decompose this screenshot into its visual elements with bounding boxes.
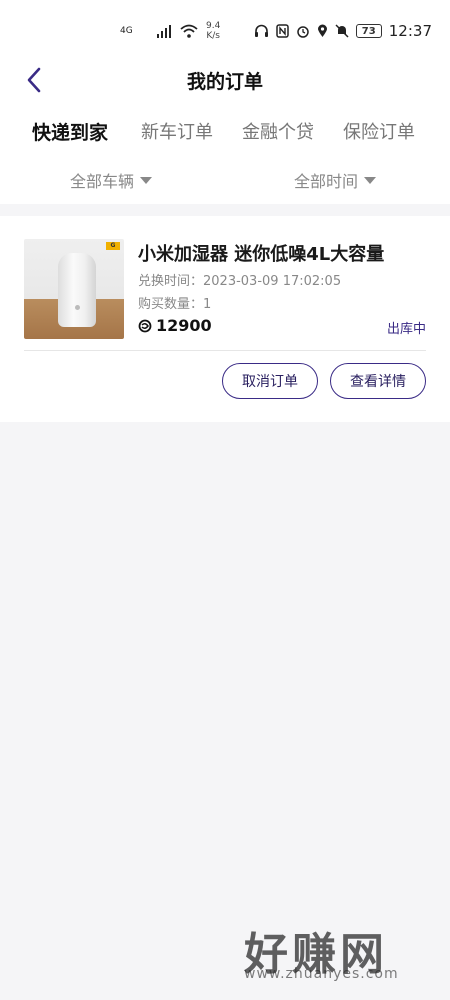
filter-bar: 全部车辆 全部时间 <box>0 158 450 204</box>
cancel-order-button[interactable]: 取消订单 <box>222 363 318 399</box>
redeem-time-value: 2023-03-09 17:02:05 <box>203 274 342 289</box>
mute-bell-icon <box>335 24 349 38</box>
watermark-url: www.zhuanyes.com <box>244 966 399 982</box>
order-card: G 小米加湿器 迷你低噪4L大容量 兑换时间：2023-03-09 17:02:… <box>0 216 450 422</box>
humidifier-knob <box>75 305 80 310</box>
view-details-button[interactable]: 查看详情 <box>330 363 426 399</box>
redeem-time-label: 兑换时间： <box>138 274 204 289</box>
tab-finance-loans[interactable]: 金融个贷 <box>242 118 314 144</box>
tab-label: 快递到家 <box>32 122 109 144</box>
brand-badge: G <box>106 242 120 250</box>
app-header: 我的订单 <box>0 62 450 98</box>
location-icon <box>317 24 327 37</box>
vehicle-filter-dropdown[interactable]: 全部车辆 <box>70 168 153 192</box>
alarm-icon <box>297 26 309 38</box>
humidifier-illustration <box>58 253 96 327</box>
redeem-time-row: 兑换时间：2023-03-09 17:02:05 <box>138 270 341 289</box>
points-price: 12900 <box>138 316 212 335</box>
tab-express-home[interactable]: 快递到家 <box>32 118 109 149</box>
network-speed: 9.4 K/s <box>206 21 220 41</box>
nfc-icon <box>276 24 289 38</box>
product-image[interactable]: G <box>24 239 124 339</box>
order-type-tabs: 快递到家 新车订单 金融个贷 保险订单 <box>0 98 450 158</box>
caret-down-icon <box>364 176 377 184</box>
points-value: 12900 <box>156 316 212 335</box>
tab-new-car-orders[interactable]: 新车订单 <box>141 118 213 144</box>
order-status: 出库中 <box>386 322 426 337</box>
headphones-icon <box>254 24 268 37</box>
back-button[interactable] <box>20 66 48 94</box>
speed-value: 9.4 <box>206 21 221 31</box>
battery-icon: 73 <box>355 24 382 38</box>
network-type: 4G <box>120 25 133 36</box>
signal-icon <box>157 25 171 38</box>
quantity-label: 购买数量： <box>138 297 204 312</box>
points-coin-icon <box>138 319 152 332</box>
vehicle-filter-label: 全部车辆 <box>70 172 135 191</box>
chevron-left-icon <box>27 67 41 93</box>
quantity-value: 1 <box>203 297 212 312</box>
caret-down-icon <box>140 176 153 184</box>
quantity-row: 购买数量：1 <box>138 293 211 312</box>
page-title: 我的订单 <box>186 70 263 93</box>
wifi-icon <box>180 24 198 38</box>
status-bar: 4G 9.4 K/s 73 12:37 <box>0 0 450 62</box>
card-divider <box>24 350 426 351</box>
time-filter-dropdown[interactable]: 全部时间 <box>294 168 377 192</box>
clock: 12:37 <box>388 22 432 40</box>
speed-unit: K/s <box>206 31 220 41</box>
time-filter-label: 全部时间 <box>294 172 359 191</box>
product-name[interactable]: 小米加湿器 迷你低噪4L大容量 <box>138 240 384 266</box>
tab-insurance-orders[interactable]: 保险订单 <box>343 118 415 144</box>
